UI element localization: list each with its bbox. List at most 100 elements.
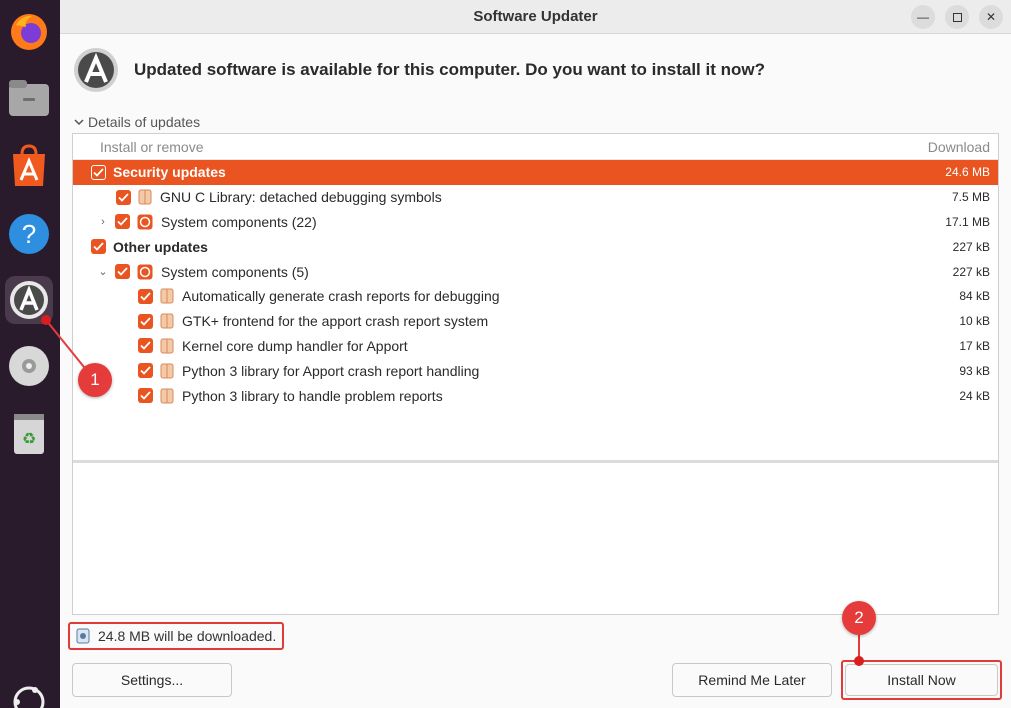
list-item-label: Automatically generate crash reports for…: [182, 288, 500, 305]
app-center-icon[interactable]: [5, 142, 53, 190]
trash-icon[interactable]: ♻: [5, 410, 53, 458]
checkbox[interactable]: [138, 388, 153, 404]
checkmark-icon: [118, 193, 129, 202]
checkbox[interactable]: [116, 189, 131, 205]
header: Updated software is available for this c…: [72, 46, 765, 94]
list-item-label: System components (5): [161, 263, 309, 280]
checkmark-icon: [117, 217, 128, 227]
checkbox[interactable]: [91, 164, 106, 180]
list-item[interactable]: GTK+ frontend for the apport crash repor…: [73, 309, 998, 334]
checkmark-icon: [140, 317, 151, 326]
window-title: Software Updater: [473, 8, 598, 25]
checkbox[interactable]: [138, 313, 153, 329]
list-item-size: 93 kB: [959, 363, 990, 378]
package-icon: [160, 388, 174, 404]
details-toggle[interactable]: Details of updates: [74, 114, 200, 130]
package-icon: [160, 363, 174, 379]
install-now-button[interactable]: Install Now: [845, 664, 998, 696]
package-icon: [160, 313, 174, 329]
list-item-size: 17.1 MB: [945, 214, 990, 229]
close-button[interactable]: ✕: [979, 5, 1003, 29]
software-updater-icon: [74, 48, 118, 92]
column-header-download[interactable]: Download: [928, 139, 990, 155]
chevron-right-icon[interactable]: ›: [97, 216, 109, 228]
maximize-icon: [952, 12, 962, 22]
checkmark-icon: [93, 168, 104, 177]
list-item-label: System components (22): [161, 213, 317, 230]
list-item[interactable]: › System components (22) 17.1 MB: [73, 210, 998, 235]
list-item-label: Python 3 library to handle problem repor…: [182, 387, 443, 404]
list-item[interactable]: Python 3 library for Apport crash report…: [73, 358, 998, 383]
remind-me-later-button[interactable]: Remind Me Later: [672, 663, 832, 697]
callout-anchor-dot: [854, 656, 864, 666]
dvd-icon[interactable]: [5, 342, 53, 390]
list-item[interactable]: Other updates 227 kB: [73, 234, 998, 259]
software-updater-window: Software Updater — ✕ Updated software is…: [60, 0, 1011, 708]
svg-text:?: ?: [22, 219, 36, 249]
list-item-label: Other updates: [113, 238, 208, 255]
close-icon: ✕: [985, 10, 997, 24]
list-item[interactable]: Automatically generate crash reports for…: [73, 284, 998, 309]
list-item-label: Security updates: [113, 164, 226, 181]
minimize-icon: —: [917, 10, 929, 24]
list-item-size: 10 kB: [959, 314, 990, 329]
column-header-name[interactable]: Install or remove: [100, 139, 203, 155]
checkmark-icon: [93, 242, 104, 252]
list-item-label: GNU C Library: detached debugging symbol…: [160, 189, 442, 206]
checkbox[interactable]: [138, 338, 153, 354]
minimize-button[interactable]: —: [911, 5, 935, 29]
list-item[interactable]: Python 3 library to handle problem repor…: [73, 383, 998, 408]
checkbox[interactable]: [138, 288, 153, 304]
help-icon[interactable]: ?: [5, 210, 53, 258]
checkbox[interactable]: [91, 239, 106, 255]
checkmark-icon: [140, 391, 151, 400]
package-icon: [160, 288, 174, 304]
list-header: Install or remove Download: [73, 134, 998, 160]
list-item-size: 7.5 MB: [951, 190, 990, 205]
list-item[interactable]: ⌄ System components (5) 227 kB: [73, 259, 998, 284]
system-component-icon: [137, 214, 153, 230]
updates-list[interactable]: Install or remove Download Security upda…: [72, 133, 999, 615]
checkmark-icon: [117, 267, 128, 276]
chevron-down-icon: [74, 119, 84, 126]
package-download-icon: [76, 628, 90, 644]
header-message: Updated software is available for this c…: [134, 60, 765, 79]
list-item[interactable]: Security updates 24.6 MB: [73, 160, 998, 185]
pane-divider[interactable]: [73, 460, 998, 463]
maximize-button[interactable]: [945, 5, 969, 29]
list-item-size: 227 kB: [952, 264, 990, 279]
callout-1: 1: [78, 363, 112, 397]
list-item-size: 24 kB: [959, 388, 990, 403]
dock: ? ♻: [0, 0, 60, 708]
settings-button[interactable]: Settings...: [72, 663, 232, 697]
checkbox[interactable]: [115, 214, 130, 230]
svg-text:♻: ♻: [22, 429, 36, 448]
system-component-icon: [137, 264, 153, 280]
package-icon: [160, 338, 174, 354]
checkbox[interactable]: [138, 363, 153, 379]
callout-2: 2: [842, 601, 876, 635]
list-item-size: 84 kB: [959, 289, 990, 304]
details-toggle-label: Details of updates: [88, 114, 201, 130]
list-item-size: 227 kB: [952, 239, 990, 254]
checkmark-icon: [140, 366, 151, 376]
list-item-size: 24.6 MB: [945, 165, 990, 180]
ubuntu-logo-icon[interactable]: [5, 680, 53, 708]
checkmark-icon: [140, 292, 151, 301]
list-item-label: Python 3 library for Apport crash report…: [182, 362, 480, 379]
package-icon: [138, 189, 152, 205]
list-item[interactable]: GNU C Library: detached debugging symbol…: [73, 185, 998, 210]
firefox-icon[interactable]: [5, 8, 53, 56]
callout-anchor-dot: [41, 315, 51, 325]
download-size-text: 24.8 MB will be downloaded.: [98, 628, 277, 644]
checkbox[interactable]: [115, 264, 130, 280]
titlebar: Software Updater — ✕: [60, 0, 1011, 34]
files-icon[interactable]: [5, 74, 53, 122]
chevron-down-icon[interactable]: ⌄: [97, 265, 109, 278]
list-item-label: GTK+ frontend for the apport crash repor…: [182, 313, 489, 330]
list-item-label: Kernel core dump handler for Apport: [182, 337, 408, 354]
list-item-size: 17 kB: [959, 338, 990, 353]
checkmark-icon: [140, 341, 151, 351]
download-status: 24.8 MB will be downloaded.: [68, 622, 285, 650]
list-item[interactable]: Kernel core dump handler for Apport 17 k…: [73, 334, 998, 359]
